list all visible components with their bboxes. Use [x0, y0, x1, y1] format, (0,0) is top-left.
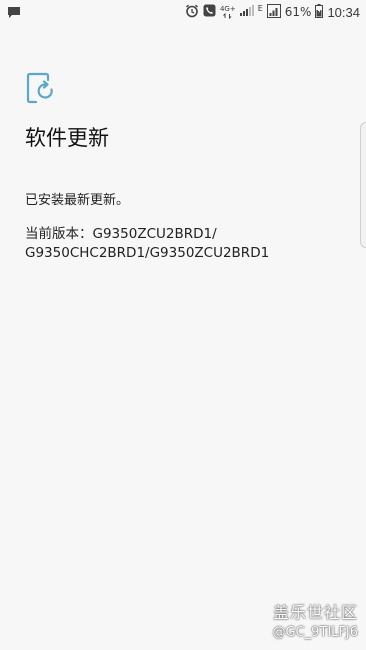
watermark-user: @GC_9TILFJ6	[272, 625, 358, 640]
battery-percent: 61%	[284, 5, 312, 19]
message-icon	[7, 4, 21, 23]
watermark: 盖乐世社区 @GC_9TILFJ6	[272, 599, 358, 640]
status-bar: 4G+ E 61% 10:34	[0, 0, 366, 24]
current-version: 当前版本：G9350ZCU2BRD1/ G9350CHC2BRD1/G9350Z…	[25, 225, 269, 263]
clock: 10:34	[327, 4, 360, 20]
page-title: 软件更新	[25, 126, 109, 150]
edge-panel-handle[interactable]	[360, 122, 366, 248]
update-status-message: 已安装最新更新。	[25, 193, 130, 208]
network-type-label: 4G+	[219, 4, 236, 13]
status-bar-right: 4G+ E 61% 10:34	[185, 3, 360, 21]
software-update-icon	[26, 72, 56, 108]
network-type-indicator: 4G+	[219, 4, 236, 19]
data-arrows-icon	[223, 12, 232, 19]
alarm-icon	[185, 4, 199, 21]
signal-icon	[239, 4, 254, 20]
network-sub-label: E	[257, 3, 263, 13]
status-bar-left	[7, 4, 21, 23]
watermark-site: 盖乐世社区	[272, 603, 358, 622]
battery-icon	[315, 3, 324, 21]
version-line-1: 当前版本：G9350ZCU2BRD1/	[25, 226, 217, 242]
version-line-2: G9350CHC2BRD1/G9350ZCU2BRD1	[25, 245, 270, 261]
call-icon	[203, 4, 216, 20]
signal-icon-2	[266, 3, 281, 21]
